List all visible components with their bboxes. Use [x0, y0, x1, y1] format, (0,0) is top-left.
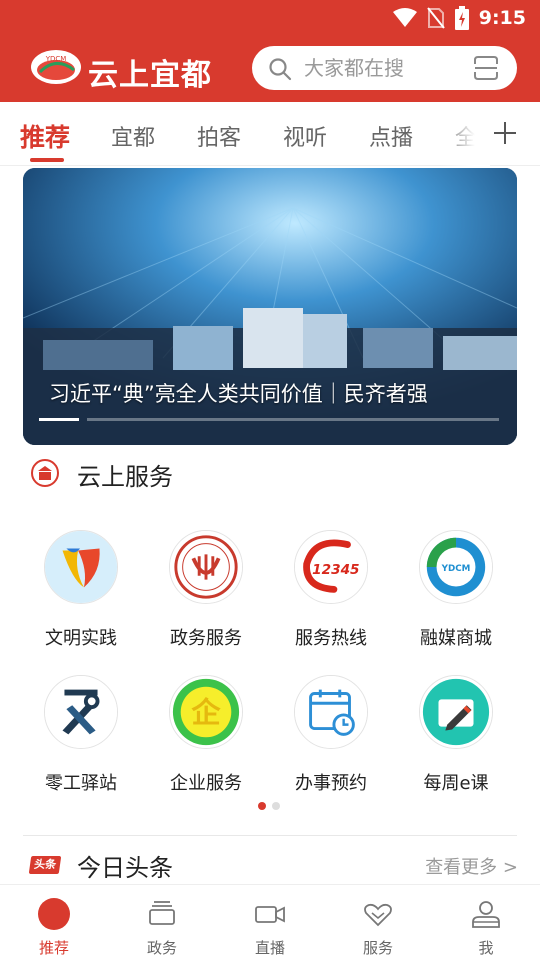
nav-label: 服务 [362, 939, 393, 957]
service-label: 文明实践 [45, 628, 117, 649]
nav-label: 政务 [146, 939, 177, 957]
service-label: 零工驿站 [45, 773, 117, 794]
service-hall-icon [31, 459, 59, 487]
ydcm-mall-icon: YDCM [419, 530, 493, 604]
active-tab-indicator [30, 158, 64, 162]
service-item[interactable]: 文明实践 [21, 530, 141, 650]
no-sim-icon [426, 7, 445, 29]
nav-recommend[interactable]: 推荐 [0, 885, 108, 961]
see-more-link[interactable]: 查看更多 > [425, 853, 518, 879]
tab-yidu[interactable]: 宜都 [111, 120, 155, 152]
mall-logo-text: YDCM [441, 564, 471, 574]
layers-icon [149, 901, 175, 925]
headlines-title: 今日头条 [77, 854, 173, 882]
add-channel-icon[interactable] [490, 116, 520, 150]
app-title: 云上宜都 [88, 58, 212, 93]
nav-me[interactable]: 我 [432, 885, 540, 961]
status-bar: 9:15 [0, 0, 540, 36]
service-item[interactable]: 办事预约 [271, 675, 391, 795]
wifi-icon [392, 8, 417, 27]
app-header: 9:15 YDCM 云上宜都 [0, 0, 540, 102]
banner-carousel[interactable]: 习近平“典”亮全人类共同价值｜民齐者强 [23, 168, 517, 445]
headline-badge-icon: 头条 [28, 856, 62, 874]
service-pager [258, 802, 280, 810]
service-label: 每周e课 [423, 773, 489, 794]
nav-live[interactable]: 直播 [216, 885, 324, 961]
banner-caption[interactable]: 习近平“典”亮全人类共同价值｜民齐者强 [49, 378, 428, 408]
government-icon [169, 530, 243, 604]
nav-service[interactable]: 服务 [324, 885, 432, 961]
tab-paike[interactable]: 拍客 [197, 120, 241, 152]
app-bar: YDCM 云上宜都 [0, 44, 540, 94]
nav-label: 直播 [254, 939, 285, 957]
logo-text: YDCM [45, 55, 67, 63]
enterprise-glyph: 企 [191, 696, 221, 730]
page-dot-active[interactable] [258, 802, 266, 810]
page-dot[interactable] [272, 802, 280, 810]
service-item[interactable]: YDCM 融媒商城 [396, 530, 516, 650]
channel-tabs: 推荐 宜都 拍客 视听 点播 全 [0, 102, 540, 166]
search-box[interactable] [252, 46, 517, 90]
scan-icon[interactable] [473, 55, 499, 81]
status-time: 9:15 [478, 7, 526, 29]
service-label: 政务服务 [170, 628, 242, 649]
video-camera-icon [255, 906, 285, 923]
search-icon[interactable] [268, 57, 292, 81]
tab-shiting[interactable]: 视听 [283, 120, 327, 152]
tab-fade [440, 102, 490, 166]
pencil-icon [419, 675, 493, 749]
services-title: 云上服务 [77, 463, 173, 491]
app-logo: YDCM [31, 50, 81, 84]
home-dot-icon [38, 898, 70, 930]
service-label: 办事预约 [295, 773, 367, 794]
tab-dianbo[interactable]: 点播 [369, 120, 413, 152]
tab-recommend[interactable]: 推荐 [20, 118, 70, 154]
nav-label: 我 [478, 939, 494, 957]
service-label: 服务热线 [295, 628, 367, 649]
headlines-header: 头条 今日头条 查看更多 > [28, 846, 518, 882]
service-item[interactable]: 企 企业服务 [146, 675, 266, 795]
calendar-clock-icon [294, 675, 368, 749]
section-divider [23, 835, 517, 836]
user-icon [472, 901, 500, 928]
service-label: 融媒商城 [420, 628, 492, 649]
hotline-number: 12345 [312, 562, 359, 578]
hotline-12345-icon: 12345 [294, 530, 368, 604]
bottom-nav: 推荐 政务 直播 服务 我 [0, 884, 540, 960]
battery-charging-icon [454, 6, 469, 30]
service-item[interactable]: 12345 服务热线 [271, 530, 391, 650]
enterprise-icon: 企 [169, 675, 243, 749]
banner-progress [39, 418, 499, 421]
service-item[interactable]: 零工驿站 [21, 675, 141, 795]
civilization-icon [44, 530, 118, 604]
service-item[interactable]: 每周e课 [396, 675, 516, 795]
tools-icon [44, 675, 118, 749]
nav-label: 推荐 [38, 939, 69, 957]
service-item[interactable]: 政务服务 [146, 530, 266, 650]
nav-government[interactable]: 政务 [108, 885, 216, 961]
service-label: 企业服务 [170, 773, 242, 794]
heart-hands-icon [364, 903, 392, 927]
search-input[interactable] [304, 54, 464, 82]
